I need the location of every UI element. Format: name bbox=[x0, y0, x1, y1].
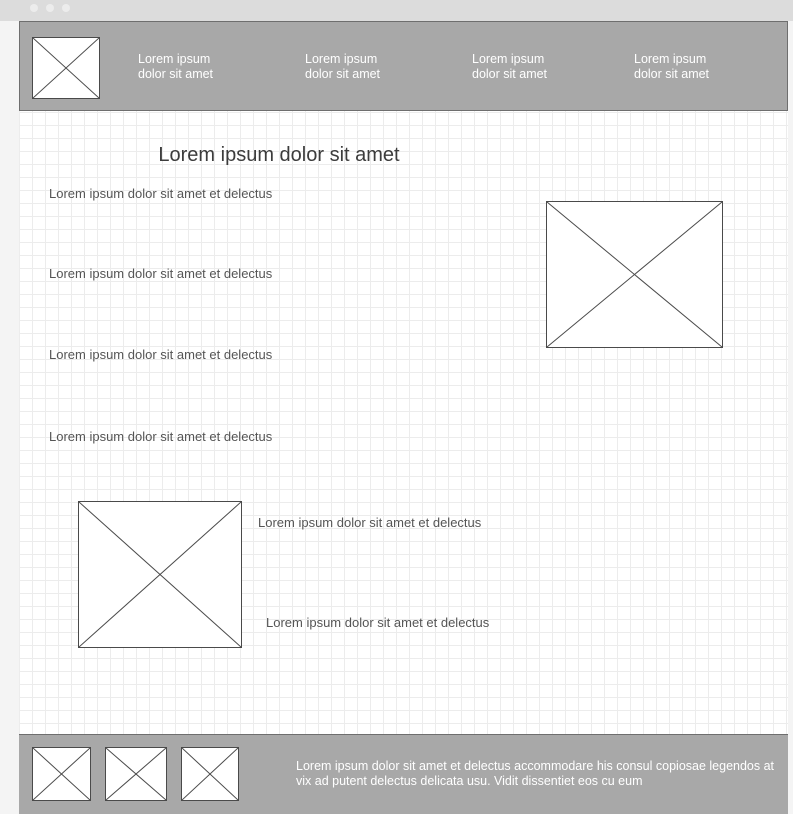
left-paragraph-4: Lorem ipsum dolor sit amet et delectus bbox=[49, 429, 273, 444]
footer-image-placeholder-1[interactable] bbox=[32, 747, 91, 801]
browser-window: Lorem ipsum dolor sit amet Lorem ipsum d… bbox=[0, 0, 793, 814]
left-paragraph-2: Lorem ipsum dolor sit amet et delectus bbox=[49, 266, 273, 281]
zoom-dot[interactable] bbox=[62, 4, 70, 12]
lower-paragraph-2: Lorem ipsum dolor sit amet et delectus bbox=[266, 615, 490, 630]
image-placeholder-icon bbox=[33, 38, 99, 98]
close-dot[interactable] bbox=[30, 4, 38, 12]
image-placeholder-icon bbox=[33, 748, 90, 800]
footer-text: Lorem ipsum dolor sit amet et delectus a… bbox=[296, 759, 775, 788]
nav-item-4[interactable]: Lorem ipsum dolor sit amet bbox=[634, 52, 709, 82]
footer-image-placeholder-2[interactable] bbox=[105, 747, 167, 801]
title-bar bbox=[0, 0, 793, 21]
lower-image-placeholder bbox=[78, 501, 242, 648]
image-placeholder-icon bbox=[79, 502, 241, 647]
lower-paragraph-1: Lorem ipsum dolor sit amet et delectus bbox=[258, 515, 482, 530]
footer-image-placeholder-3[interactable] bbox=[181, 747, 239, 801]
page-title: Lorem ipsum dolor sit amet bbox=[158, 144, 400, 166]
minimize-dot[interactable] bbox=[46, 4, 54, 12]
nav-item-1[interactable]: Lorem ipsum dolor sit amet bbox=[138, 52, 213, 82]
image-placeholder-icon bbox=[547, 202, 722, 347]
image-placeholder-icon bbox=[106, 748, 166, 800]
left-paragraph-1: Lorem ipsum dolor sit amet et delectus bbox=[49, 186, 273, 201]
right-image-placeholder bbox=[546, 201, 723, 348]
image-placeholder-icon bbox=[182, 748, 238, 800]
left-paragraph-3: Lorem ipsum dolor sit amet et delectus bbox=[49, 347, 273, 362]
nav-item-2[interactable]: Lorem ipsum dolor sit amet bbox=[305, 52, 380, 82]
nav-item-3[interactable]: Lorem ipsum dolor sit amet bbox=[472, 52, 547, 82]
page-canvas bbox=[19, 21, 788, 813]
logo-image-placeholder[interactable] bbox=[32, 37, 100, 99]
